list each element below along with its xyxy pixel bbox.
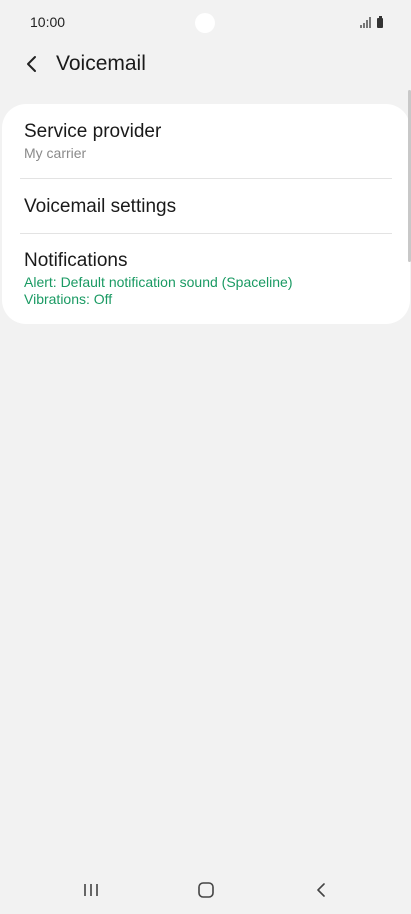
back-button[interactable] xyxy=(18,50,46,78)
service-provider-item[interactable]: Service provider My carrier xyxy=(24,120,390,162)
back-icon xyxy=(317,883,325,897)
status-bar: 10:00 xyxy=(0,0,411,46)
battery-icon xyxy=(377,16,383,28)
navigation-bar xyxy=(0,866,411,914)
status-time: 10:00 xyxy=(30,14,66,30)
notifications-vibrations: Vibrations: Off xyxy=(24,291,113,307)
voicemail-settings-item[interactable]: Voicemail settings xyxy=(24,195,390,219)
home-button[interactable] xyxy=(186,876,226,904)
service-provider-title: Service provider xyxy=(24,121,162,142)
voicemail-screen: 10:00 Voicemail Service provider My carr… xyxy=(0,0,411,914)
notifications-item[interactable]: Notifications Alert: Default notificatio… xyxy=(24,249,390,308)
settings-card: Service provider My carrier Voicemail se… xyxy=(2,104,410,324)
status-icons xyxy=(360,15,383,28)
nav-back-button[interactable] xyxy=(301,876,341,904)
divider xyxy=(20,178,392,179)
signal-icon xyxy=(360,17,371,28)
page-title: Voicemail xyxy=(56,52,146,75)
voicemail-settings-title: Voicemail settings xyxy=(24,196,177,217)
notifications-alert: Alert: Default notification sound (Space… xyxy=(24,274,293,290)
notifications-title: Notifications xyxy=(24,250,128,271)
recent-apps-icon xyxy=(84,884,98,896)
chevron-left-icon xyxy=(27,56,36,72)
divider xyxy=(20,233,392,234)
front-camera xyxy=(195,13,215,33)
service-provider-value: My carrier xyxy=(24,145,87,161)
app-header: Voicemail xyxy=(0,44,411,84)
home-icon xyxy=(198,882,214,898)
recent-apps-button[interactable] xyxy=(71,876,111,904)
